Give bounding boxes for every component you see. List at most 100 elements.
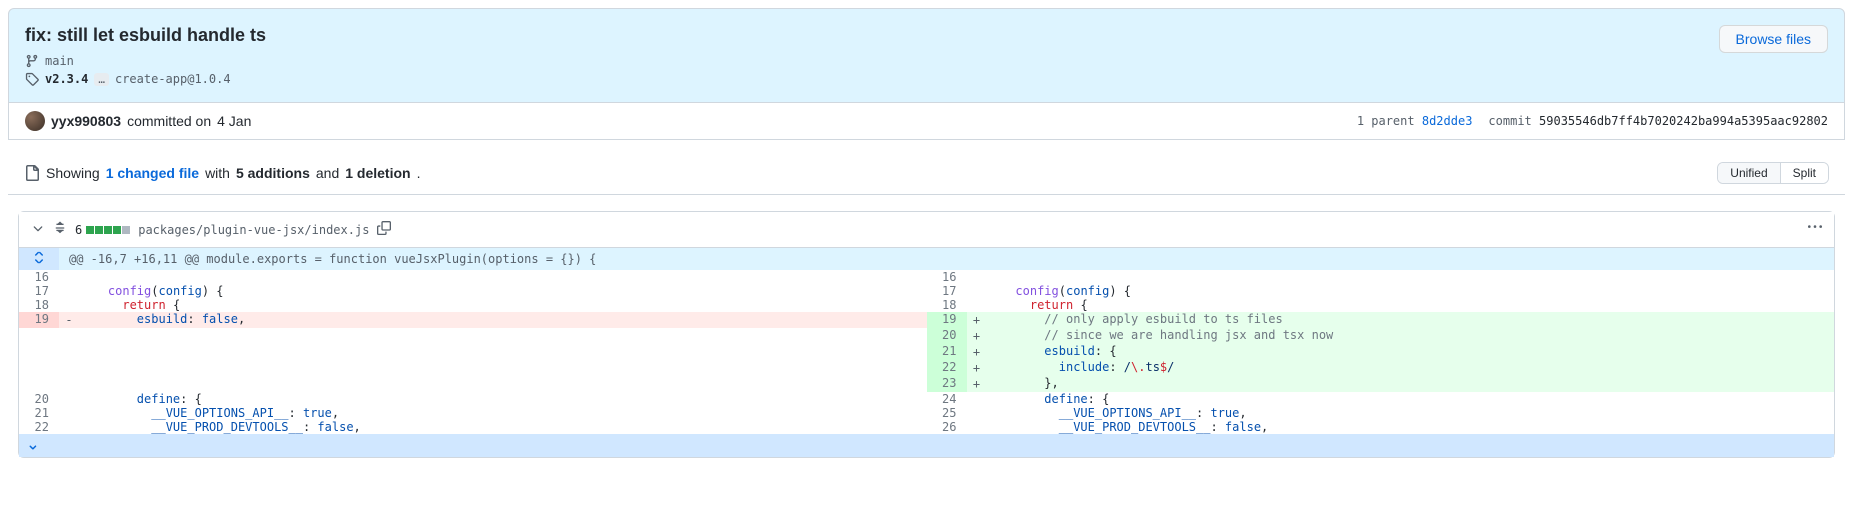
view-toggle: Unified Split [1717,162,1829,184]
diffstat: 6 [75,223,130,237]
diff-marker [59,360,79,376]
commit-sha-info: commit 59035546db7ff4b7020242ba994a5395a… [1488,114,1828,128]
file-header: 6 packages/plugin-vue-jsx/index.js [19,212,1834,248]
line-number[interactable]: 24 [927,392,967,406]
diff-marker [967,284,987,298]
diff-marker: + [967,312,987,328]
line-number[interactable]: 19 [927,312,967,328]
with-text: with [205,165,230,181]
tag-row: v2.3.4 … create-app@1.0.4 [25,72,1828,86]
tag-secondary[interactable]: create-app@1.0.4 [115,72,231,86]
code-cell: esbuild: false, [79,312,927,328]
line-number[interactable]: 20 [927,328,967,344]
code-cell [79,376,927,392]
expand-down-button[interactable] [19,434,59,457]
line-number[interactable]: 20 [19,392,59,406]
diff-marker [59,284,79,298]
line-number[interactable]: 17 [927,284,967,298]
hunk-header: @@ -16,7 +16,11 @@ module.exports = func… [19,248,1834,270]
author-link[interactable]: yyx990803 [51,113,121,129]
line-number[interactable]: 23 [927,376,967,392]
commit-date: 4 Jan [217,113,251,129]
showing-text: Showing [46,165,100,181]
branch-name[interactable]: main [45,54,74,68]
line-number[interactable]: 25 [927,406,967,420]
branch-row: main [25,54,1828,68]
branch-icon [25,54,39,68]
line-number[interactable] [19,360,59,376]
deletions-count: 1 deletion [345,165,410,181]
diff-marker [59,392,79,406]
line-number[interactable]: 16 [927,270,967,284]
diff-marker: + [967,360,987,376]
code-cell: return { [987,298,1835,312]
file-diff-icon [24,165,40,181]
line-number[interactable] [19,328,59,344]
diff-marker [59,298,79,312]
copy-path-button[interactable] [377,221,391,238]
code-cell: }, [987,376,1835,392]
diff-marker [59,270,79,284]
expand-down-row [19,434,1834,457]
line-number[interactable]: 22 [19,420,59,434]
diff-marker: + [967,328,987,344]
code-cell: config(config) { [79,284,927,298]
file-menu-button[interactable] [1808,220,1822,239]
parent-info: 1 parent 8d2dde3 [1357,114,1473,128]
code-cell: define: { [987,392,1835,406]
changed-files-link[interactable]: 1 changed file [106,165,199,181]
line-number[interactable]: 18 [19,298,59,312]
diff-marker [59,328,79,344]
parent-sha-link[interactable]: 8d2dde3 [1422,114,1473,128]
expand-all-button[interactable] [53,221,67,238]
diff-marker: + [967,376,987,392]
code-cell: include: /\.ts$/ [987,360,1835,376]
unified-view-button[interactable]: Unified [1718,163,1779,183]
commit-meta-bar: yyx990803 committed on 4 Jan 1 parent 8d… [8,103,1845,140]
diff-marker [967,270,987,284]
file-diff: 6 packages/plugin-vue-jsx/index.js [18,211,1835,458]
code-cell: __VUE_PROD_DEVTOOLS__: false, [987,420,1835,434]
expand-up-button[interactable] [19,248,59,270]
line-number[interactable]: 17 [19,284,59,298]
line-number[interactable]: 21 [19,406,59,420]
diff-marker [59,344,79,360]
line-number[interactable]: 19 [19,312,59,328]
diff-marker [59,420,79,434]
diffstat-blocks [86,226,130,234]
line-number[interactable] [19,344,59,360]
code-cell: // since we are handling jsx and tsx now [987,328,1835,344]
diff-marker [59,406,79,420]
split-view-button[interactable]: Split [1780,163,1828,183]
diff-marker [967,298,987,312]
diff-marker: + [967,344,987,360]
code-cell: config(config) { [987,284,1835,298]
file-path[interactable]: packages/plugin-vue-jsx/index.js [138,223,369,237]
diff-marker [967,392,987,406]
browse-files-button[interactable]: Browse files [1719,25,1828,53]
diff-marker [967,406,987,420]
and-text: and [316,165,339,181]
line-number[interactable]: 18 [927,298,967,312]
code-cell [79,360,927,376]
diff-table: @@ -16,7 +16,11 @@ module.exports = func… [19,248,1834,457]
code-cell: return { [79,298,927,312]
code-cell: __VUE_OPTIONS_API__: true, [987,406,1835,420]
code-cell [79,344,927,360]
avatar[interactable] [25,111,45,131]
code-cell [987,270,1835,284]
line-number[interactable]: 21 [927,344,967,360]
collapse-file-button[interactable] [31,221,45,238]
line-number[interactable]: 22 [927,360,967,376]
commit-header: fix: still let esbuild handle ts Browse … [8,8,1845,103]
line-number[interactable]: 16 [19,270,59,284]
commit-sha: 59035546db7ff4b7020242ba994a5395aac92802 [1539,114,1828,128]
diffstat-count: 6 [75,223,82,237]
tag-primary[interactable]: v2.3.4 [45,72,88,86]
line-number[interactable]: 26 [927,420,967,434]
line-number[interactable] [19,376,59,392]
diff-marker [59,376,79,392]
more-tags-button[interactable]: … [94,73,109,86]
code-cell [79,328,927,344]
code-cell: __VUE_PROD_DEVTOOLS__: false, [79,420,927,434]
